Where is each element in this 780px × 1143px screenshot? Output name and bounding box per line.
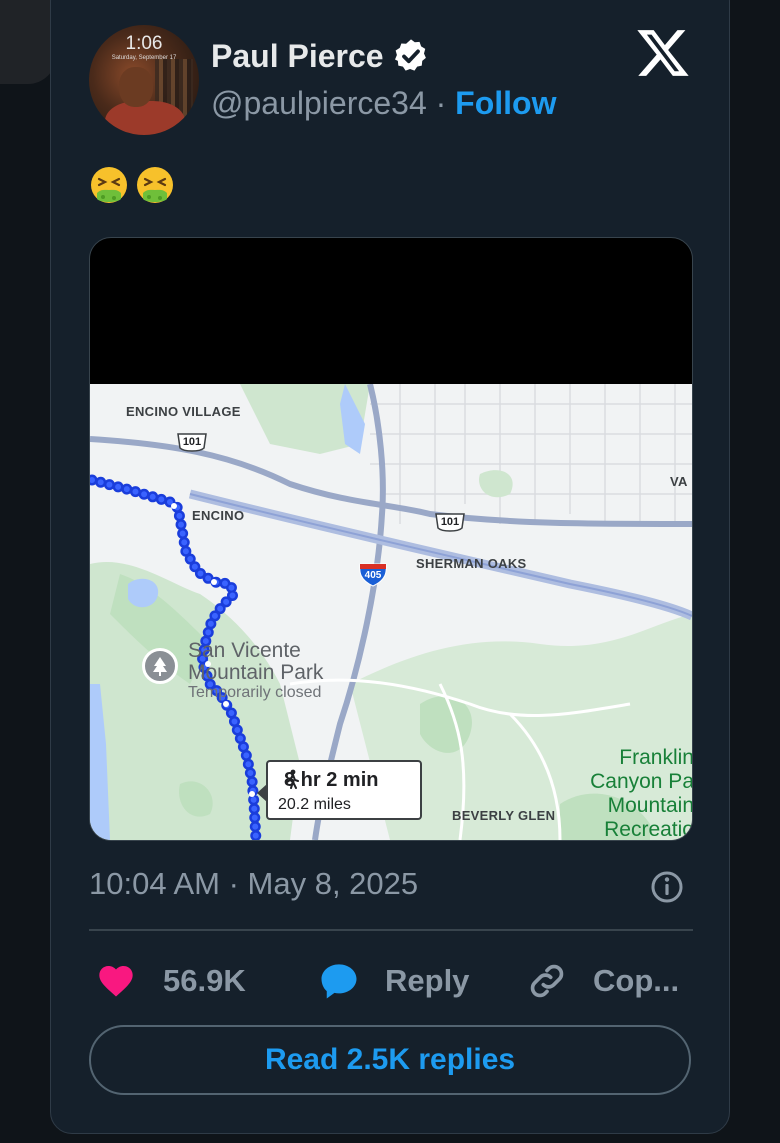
- route-distance: 20.2 miles: [278, 796, 351, 813]
- follow-button[interactable]: Follow: [455, 85, 556, 121]
- franklin-line4: Recreatio: [604, 818, 693, 841]
- avatar[interactable]: 1:06 Saturday, September 17: [89, 25, 199, 135]
- us101-shield-label: 101: [182, 436, 202, 448]
- park-status: Temporarily closed: [188, 684, 322, 701]
- like-count: 56.9K: [163, 963, 246, 998]
- author-name[interactable]: Paul Pierce: [211, 38, 384, 75]
- tweet-text: [89, 165, 181, 209]
- reply-bubble-icon: [321, 964, 357, 999]
- read-replies-button[interactable]: Read 2.5K replies: [89, 1025, 691, 1095]
- copy-link-button[interactable]: Cop...: [525, 956, 679, 1006]
- avatar-clock-date: Saturday, September 17: [111, 55, 177, 61]
- read-replies-label: Read 2.5K replies: [264, 1043, 516, 1076]
- park-tree-pin-icon[interactable]: [142, 648, 178, 684]
- like-button[interactable]: 56.9K: [95, 956, 246, 1006]
- handle-row: @paulpierce34 · Follow: [211, 85, 556, 122]
- tweet-media-image[interactable]: ENCINO VILLAGE ENCINO SHERMAN OAKS BEVER…: [89, 237, 693, 841]
- map-label-va: VA: [670, 474, 688, 489]
- i405-shield-label: 405: [364, 570, 382, 581]
- heart-icon: [99, 966, 133, 997]
- link-icon: [530, 964, 564, 998]
- phone-corner-overlay: [0, 0, 56, 84]
- tweet-embed-card: 1:06 Saturday, September 17 Paul Pierce …: [50, 0, 730, 1134]
- us101-shield-icon: 101: [176, 432, 208, 454]
- walking-person-icon: [286, 769, 299, 789]
- i405-shield-icon: 405: [358, 562, 388, 588]
- vomiting-face-emoji-icon: [89, 165, 129, 205]
- divider: [89, 929, 693, 931]
- franklin-line1: Franklin: [619, 746, 693, 769]
- copy-label: Cop...: [593, 963, 680, 998]
- separator-dot: ·: [435, 85, 447, 121]
- map-label-beverly-glen: BEVERLY GLEN: [452, 808, 556, 823]
- vomiting-face-emoji-icon: [135, 165, 175, 205]
- author-name-row[interactable]: Paul Pierce: [211, 37, 430, 75]
- us101-shield-icon: 101: [434, 512, 466, 534]
- map-screenshot: ENCINO VILLAGE ENCINO SHERMAN OAKS BEVER…: [90, 384, 692, 840]
- franklin-line2: Canyon Pa: [590, 770, 693, 793]
- author-handle[interactable]: @paulpierce34: [211, 85, 427, 121]
- map-label-encino-village: ENCINO VILLAGE: [126, 404, 241, 419]
- park-name-line1: San Vicente: [188, 639, 301, 662]
- park-name-line2: Mountain Park: [188, 661, 324, 684]
- us101-shield-label: 101: [440, 516, 460, 528]
- verified-badge-icon: [394, 39, 426, 71]
- map-label-sherman-oaks: SHERMAN OAKS: [416, 556, 527, 571]
- avatar-body: [105, 101, 185, 135]
- franklin-canyon-label: Franklin Canyon Pa Mountain Recreatio: [590, 746, 693, 841]
- callout-pointer: [257, 784, 267, 802]
- route-duration-row: 8 hr 2 min: [284, 769, 378, 792]
- reply-button[interactable]: Reply: [317, 956, 469, 1006]
- franklin-line3: Mountain: [607, 794, 693, 817]
- route-callout: 8 hr 2 min 20.2 miles: [257, 760, 422, 820]
- avatar-face: [119, 67, 153, 107]
- x-logo-icon[interactable]: [635, 25, 691, 81]
- tweet-timestamp[interactable]: 10:04 AM · May 8, 2025: [89, 866, 418, 902]
- avatar-clock-time: 1:06: [125, 33, 163, 54]
- info-icon[interactable]: [649, 869, 685, 905]
- map-label-encino: ENCINO: [192, 508, 245, 523]
- reply-label: Reply: [385, 963, 470, 998]
